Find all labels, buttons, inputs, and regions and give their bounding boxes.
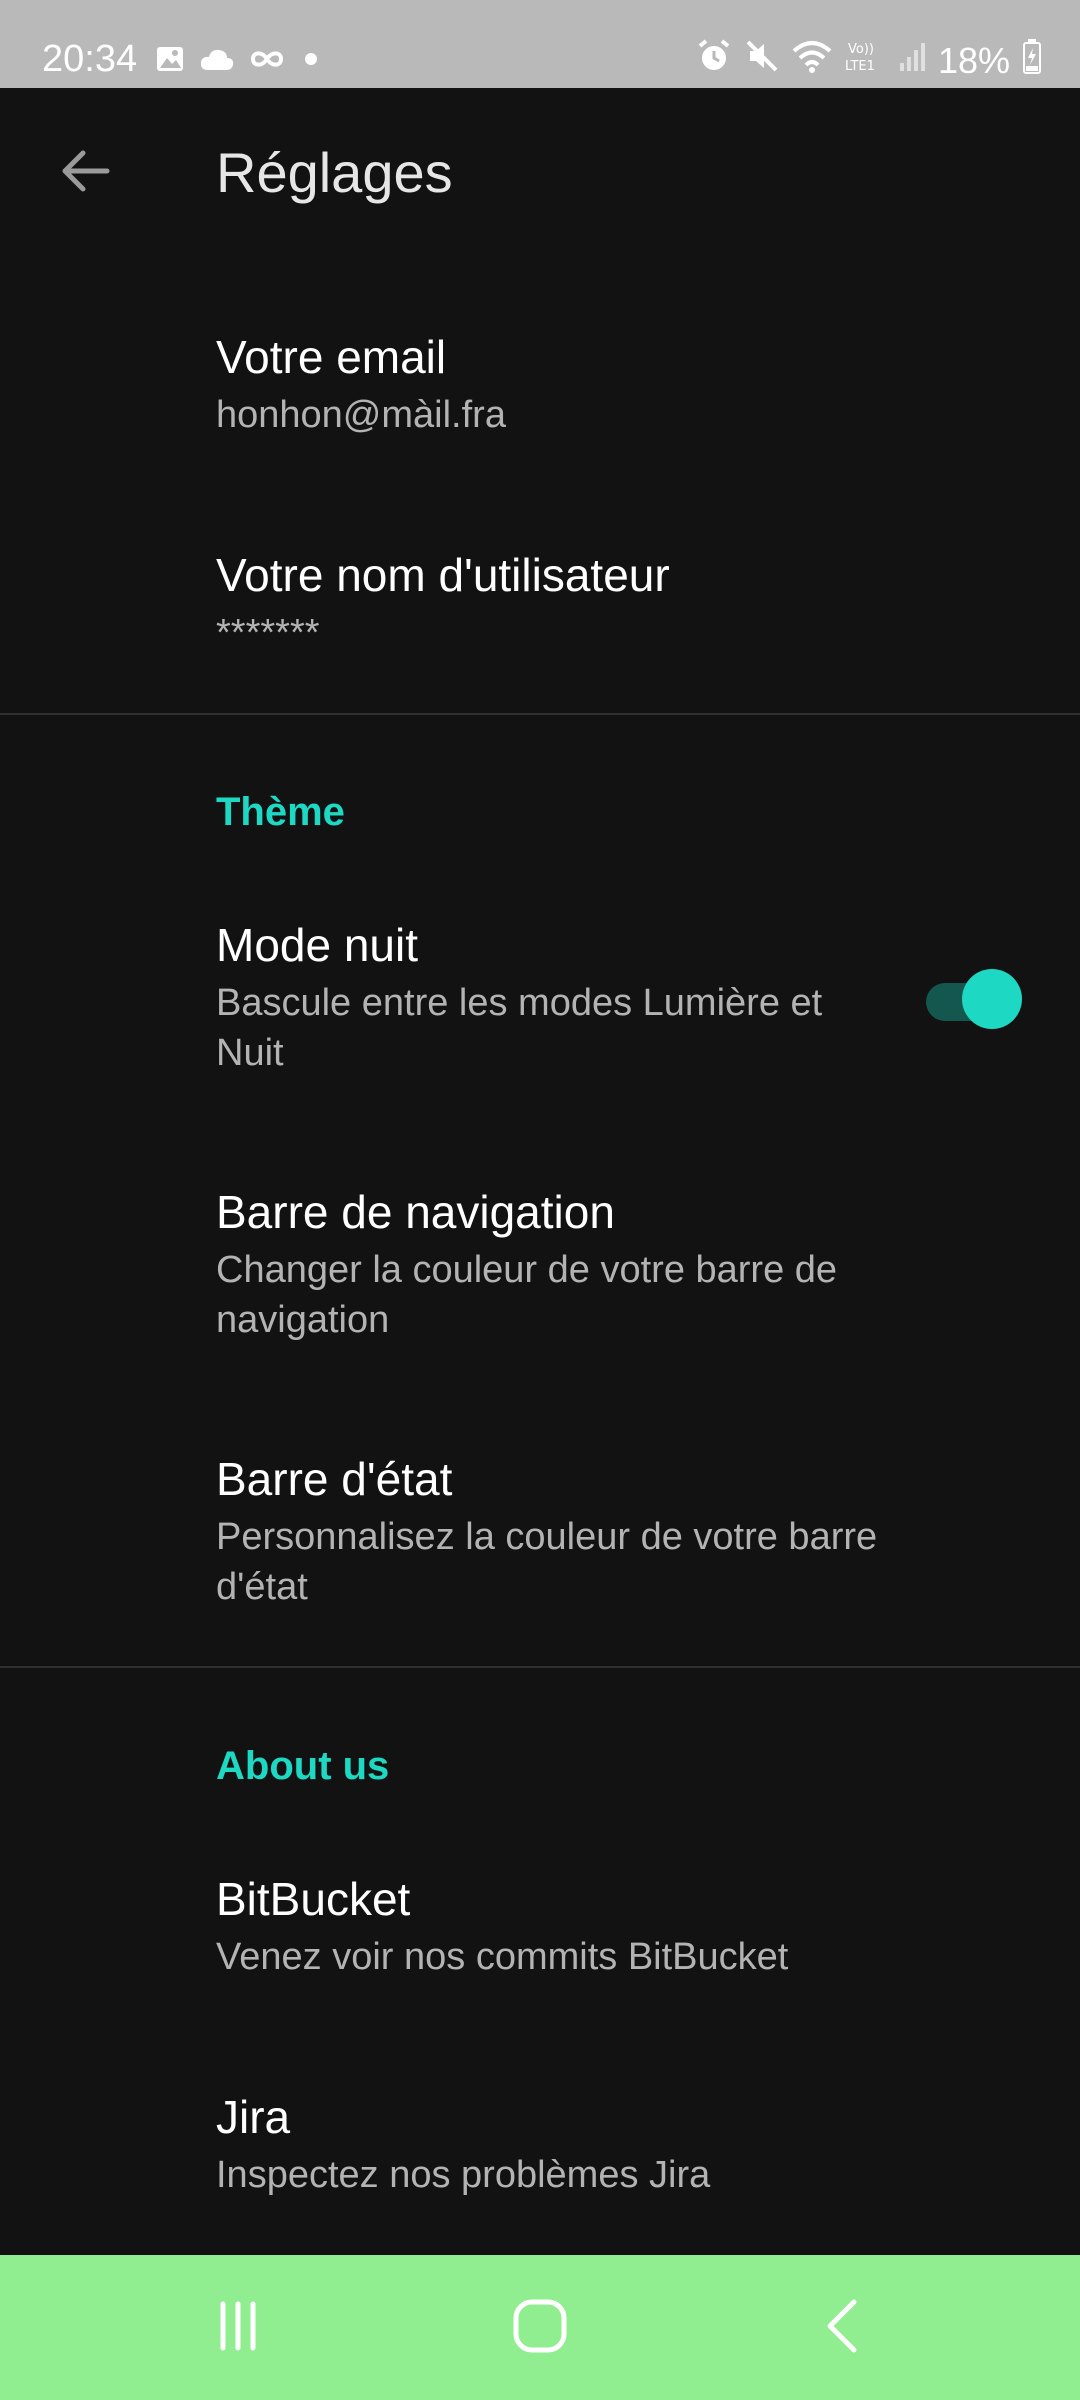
recents-icon	[213, 2301, 263, 2356]
mute-icon	[744, 38, 780, 83]
email-value: honhon@màil.fra	[216, 394, 506, 437]
arrow-left-icon	[57, 143, 113, 204]
status-bar-subtitle: Personnalisez la couleur de votre barre …	[216, 1516, 878, 1608]
home-button[interactable]	[500, 2297, 580, 2359]
navigation-bar-preference[interactable]: Barre de navigation Changer la couleur d…	[216, 1185, 916, 1345]
image-icon	[155, 44, 185, 79]
email-preference[interactable]: Votre email honhon@màil.fra	[216, 330, 916, 441]
back-icon	[820, 2298, 864, 2359]
back-button[interactable]	[50, 138, 120, 208]
status-bar: 20:34 Vo)) LTE1 18%	[0, 0, 1080, 88]
night-mode-toggle[interactable]	[926, 969, 1022, 1029]
cloud-icon	[199, 46, 235, 77]
bitbucket-subtitle: Venez voir nos commits BitBucket	[216, 1936, 789, 1979]
status-left-icons	[155, 44, 323, 79]
volte-lte-icon: Vo)) LTE1	[844, 39, 886, 82]
battery-percent: 18%	[937, 39, 1010, 81]
navigation-bar-title: Barre de navigation	[216, 1186, 615, 1238]
theme-section-title: Thème	[216, 790, 345, 834]
status-bar-title: Barre d'état	[216, 1453, 453, 1505]
wifi-icon	[792, 39, 832, 82]
night-mode-preference[interactable]: Mode nuit Bascule entre les modes Lumièr…	[216, 918, 876, 1078]
jira-preference[interactable]: Jira Inspectez nos problèmes Jira	[216, 2090, 916, 2201]
night-mode-subtitle: Bascule entre les modes Lumière et Nuit	[216, 982, 823, 1074]
divider	[0, 713, 1080, 715]
bitbucket-preference[interactable]: BitBucket Venez voir nos commits BitBuck…	[216, 1872, 916, 1983]
home-icon	[512, 2298, 568, 2359]
infinity-icon	[249, 48, 285, 75]
toggle-thumb	[962, 969, 1022, 1029]
page-title: Réglages	[216, 141, 453, 204]
divider	[0, 1666, 1080, 1668]
battery-icon	[1022, 38, 1042, 83]
about-section-title: About us	[216, 1744, 390, 1788]
recents-button[interactable]	[198, 2297, 278, 2359]
signal-icon	[898, 39, 926, 82]
jira-title: Jira	[216, 2091, 291, 2143]
status-time: 20:34	[42, 38, 138, 80]
username-preference[interactable]: Votre nom d'utilisateur *******	[216, 548, 916, 659]
svg-text:LTE1: LTE1	[845, 59, 875, 73]
username-title: Votre nom d'utilisateur	[216, 549, 670, 601]
status-right: Vo)) LTE1 18%	[696, 38, 1042, 83]
system-back-button[interactable]	[802, 2297, 882, 2359]
bitbucket-title: BitBucket	[216, 1873, 411, 1925]
dot-icon	[299, 47, 323, 76]
email-title: Votre email	[216, 331, 447, 383]
app-bar: Réglages	[0, 88, 1080, 258]
navigation-bar-subtitle: Changer la couleur de votre barre de nav…	[216, 1249, 838, 1341]
username-value: *******	[216, 612, 320, 655]
svg-text:Vo)): Vo))	[848, 42, 874, 57]
system-navigation-bar	[0, 2255, 1080, 2400]
night-mode-title: Mode nuit	[216, 919, 419, 971]
status-bar-preference[interactable]: Barre d'état Personnalisez la couleur de…	[216, 1452, 916, 1612]
jira-subtitle: Inspectez nos problèmes Jira	[216, 2154, 711, 2197]
alarm-icon	[696, 38, 732, 83]
